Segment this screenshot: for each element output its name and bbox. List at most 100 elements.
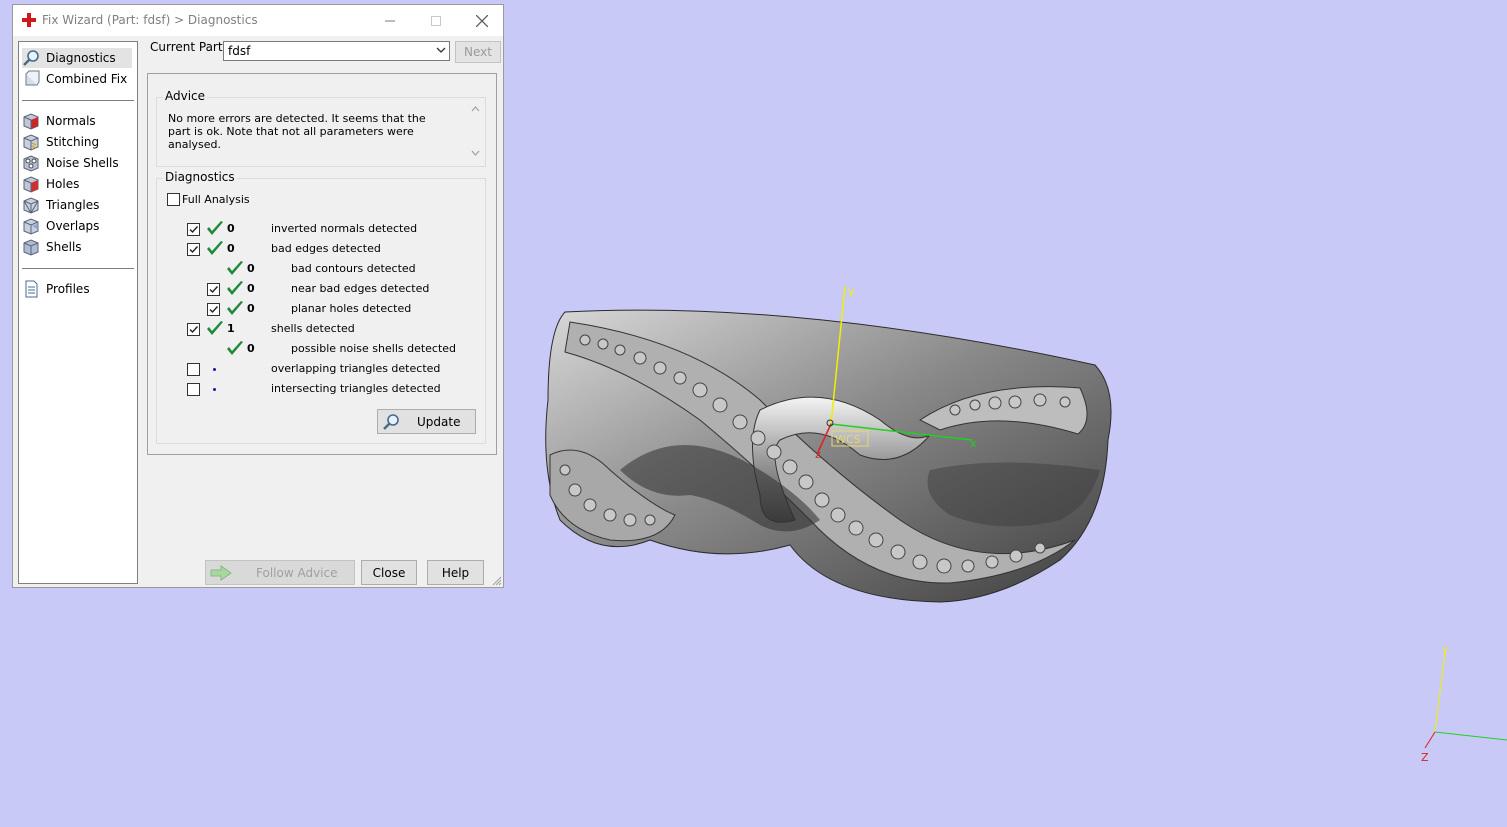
nav-separator (22, 100, 134, 101)
wcs-axis-z-label: z (815, 448, 821, 461)
nav-item-noise-shells[interactable]: Noise Shells (22, 153, 132, 173)
wcs-label: WCS (835, 433, 861, 446)
nav-item-label: Normals (46, 114, 96, 128)
nav-separator (22, 268, 134, 269)
follow-advice-label: Follow Advice (256, 566, 338, 580)
fix-wizard-dialog: Fix Wizard (Part: fdsf) > Diagnostics Di… (12, 4, 504, 588)
nav-item-label: Holes (46, 177, 80, 191)
combined-fix-icon (25, 70, 40, 86)
diagnostic-label: overlapping triangles detected (271, 362, 441, 375)
current-part-value: fdsf (228, 44, 251, 58)
ring-model[interactable] (545, 309, 1112, 603)
maximize-button[interactable] (413, 5, 459, 36)
diagnostic-count: 0 (247, 282, 255, 295)
nav-item-holes[interactable]: Holes (22, 174, 132, 194)
diagnostic-checkbox[interactable] (207, 303, 220, 316)
advice-title: Advice (163, 89, 208, 103)
status-ok-icon (227, 341, 243, 355)
holes-cube-icon (23, 176, 39, 193)
checkmark-icon (189, 246, 199, 254)
corner-axes: Y Z (1421, 645, 1507, 764)
status-ok-icon (207, 321, 223, 335)
diagnostic-checkbox[interactable] (187, 243, 200, 256)
nav-item-shells[interactable]: Shells (22, 237, 132, 257)
nav-item-overlaps[interactable]: Overlaps (22, 216, 132, 236)
nav-item-label: Triangles (46, 198, 100, 212)
diagnostic-label: bad contours detected (291, 262, 416, 275)
chevron-down-icon (436, 47, 446, 53)
maximize-icon (431, 15, 441, 26)
nav-item-label: Diagnostics (46, 51, 116, 65)
magnifier-icon (383, 414, 399, 430)
diagnostic-label: near bad edges detected (291, 282, 430, 295)
nav-item-profiles[interactable]: Profiles (22, 279, 132, 299)
checkmark-icon (189, 326, 199, 334)
shells-cube-icon (23, 239, 39, 256)
checkmark-icon (189, 226, 199, 234)
diagnostic-count: 0 (227, 222, 235, 235)
status-ok-icon (227, 281, 243, 295)
close-button-label: Close (372, 565, 406, 580)
noise-shells-icon (23, 155, 39, 172)
minimize-icon (385, 20, 395, 21)
full-analysis-checkbox[interactable] (167, 193, 180, 206)
diagnostic-checkbox[interactable] (187, 383, 200, 396)
checkmark-icon (209, 306, 219, 314)
diagnostic-checkbox[interactable] (187, 323, 200, 336)
next-button[interactable]: Next (455, 41, 501, 63)
diagnostic-count: 1 (227, 322, 235, 335)
diagnostic-count: 0 (247, 262, 255, 275)
diagnostic-label: bad edges detected (271, 242, 381, 255)
triangles-cube-icon (23, 197, 39, 214)
diagnostics-title: Diagnostics (163, 170, 237, 184)
nav-item-label: Stitching (46, 135, 100, 149)
magnifier-icon (23, 50, 39, 66)
nav-item-label: Overlaps (46, 219, 100, 233)
nav-item-diagnostics[interactable]: Diagnostics (22, 48, 132, 68)
diagnostic-count: 0 (227, 242, 235, 255)
next-button-label: Next (464, 45, 492, 59)
nav-item-label: Profiles (46, 282, 90, 296)
nav-item-triangles[interactable]: Triangles (22, 195, 132, 215)
advice-text: No more errors are detected. It seems th… (168, 112, 426, 151)
stitching-cube-icon (23, 134, 39, 151)
diagnostic-label: possible noise shells detected (291, 342, 457, 355)
scroll-up-icon (471, 106, 480, 112)
advice-scrollbar[interactable] (468, 102, 483, 160)
current-part-select[interactable]: fdsf (223, 41, 450, 61)
diagnostic-count: 0 (247, 302, 255, 315)
window-title: Fix Wizard (Part: fdsf) > Diagnostics (42, 13, 258, 27)
nav-item-label: Combined Fix (46, 72, 128, 86)
wcs-axis-x-label: x (970, 437, 977, 450)
document-icon (25, 280, 38, 298)
resize-grip-icon[interactable] (492, 576, 502, 586)
nav-item-normals[interactable]: Normals (22, 111, 132, 131)
close-icon (476, 14, 488, 27)
close-window-button[interactable] (459, 5, 505, 36)
nav-item-label: Shells (46, 240, 82, 254)
close-button[interactable]: Close (361, 560, 417, 585)
help-button[interactable]: Help (427, 560, 484, 585)
follow-advice-button[interactable]: Follow Advice (205, 560, 355, 585)
diagnostic-label: intersecting triangles detected (271, 382, 441, 395)
status-ok-icon (227, 261, 243, 275)
diagnostic-checkbox[interactable] (187, 363, 200, 376)
nav-item-stitching[interactable]: Stitching (22, 132, 132, 152)
nav-item-combined-fix[interactable]: Combined Fix (22, 69, 132, 89)
diagnostic-checkbox[interactable] (207, 283, 220, 296)
update-button-label: Update (417, 415, 461, 429)
status-pending-icon (213, 368, 216, 371)
minimize-button[interactable] (367, 5, 413, 36)
diagnostic-label: inverted normals detected (271, 222, 418, 235)
wcs-axis-y-label: y (848, 285, 855, 298)
red-cross-icon (22, 13, 36, 27)
title-bar[interactable]: Fix Wizard (Part: fdsf) > Diagnostics (13, 5, 503, 36)
right-arrow-icon (210, 565, 232, 581)
status-pending-icon (213, 388, 216, 391)
diagnostic-count: 0 (247, 342, 255, 355)
update-button[interactable]: Update (377, 409, 476, 434)
diagnostic-checkbox[interactable] (187, 223, 200, 236)
checkmark-icon (209, 286, 219, 294)
status-ok-icon (207, 241, 223, 255)
corner-axis-y-label: Y (1441, 645, 1449, 658)
